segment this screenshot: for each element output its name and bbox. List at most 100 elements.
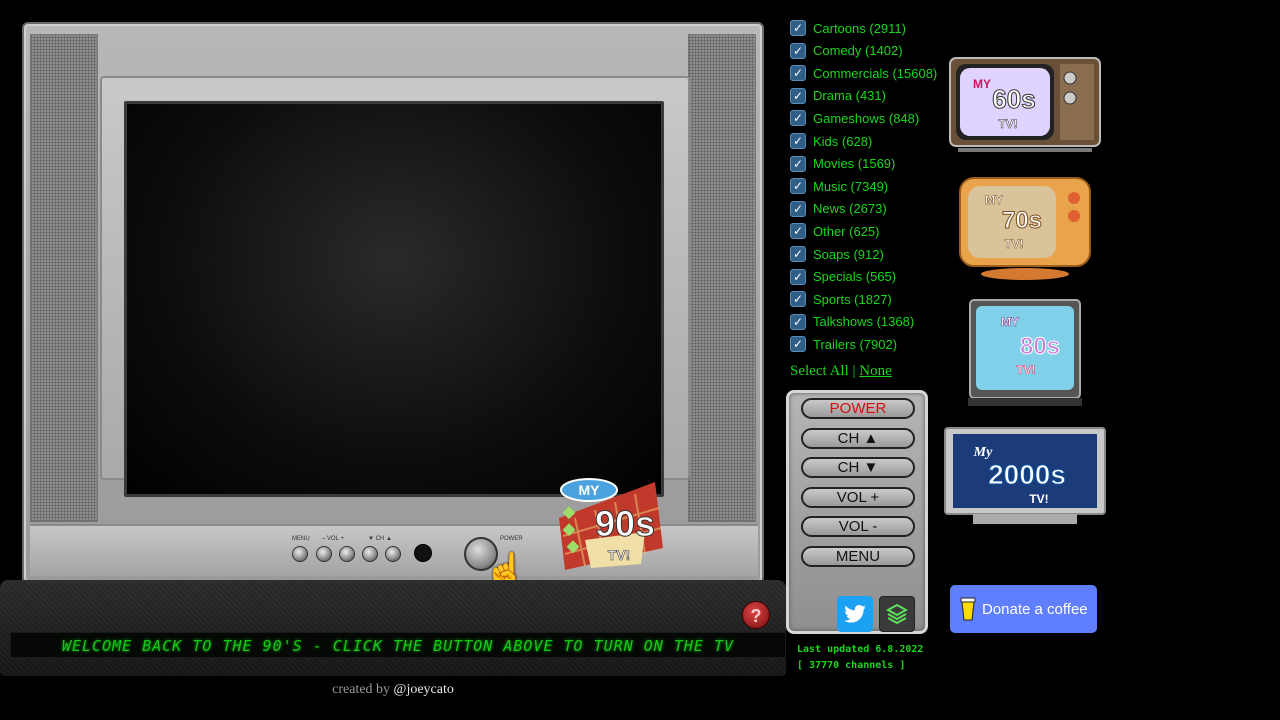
my-60s-tv-link[interactable]: MY 60s TV! [948, 56, 1102, 156]
coffee-cup-icon [960, 597, 976, 621]
category-label: Kids (628) [813, 133, 873, 149]
category-label: News (2673) [813, 201, 887, 217]
donate-coffee-button[interactable]: Donate a coffee [950, 585, 1097, 633]
remote-channel-up-button[interactable]: CH ▲ [801, 428, 915, 449]
category-item[interactable]: ✓ Drama (431) [790, 86, 886, 106]
category-checkbox[interactable]: ✓ [790, 246, 806, 262]
select-none-link[interactable]: None [859, 363, 892, 379]
category-item[interactable]: ✓ Talkshows (1368) [790, 312, 914, 332]
category-checkbox[interactable]: ✓ [790, 42, 806, 59]
logo-tv-text: TV! [608, 547, 631, 563]
category-label: Movies (1569) [813, 156, 896, 172]
category-item[interactable]: ✓ News (2673) [790, 199, 887, 219]
category-checkbox[interactable]: ✓ [790, 223, 806, 240]
remote-power-button[interactable]: POWER [801, 398, 915, 419]
category-checkbox[interactable]: ✓ [790, 65, 806, 82]
tv70-tv-text: TV! [1004, 237, 1023, 251]
tv2000-decade-text: 2000s [988, 459, 1066, 490]
remote-control: POWER CH ▲ CH ▼ VOL + VOL - MENU [786, 390, 928, 634]
tv2000-tv-text: TV! [1029, 492, 1048, 506]
category-checkbox[interactable]: ✓ [790, 200, 806, 217]
category-item[interactable]: ✓ Commercials (15608) [790, 63, 937, 83]
category-checkbox[interactable]: ✓ [790, 155, 806, 172]
category-item[interactable]: ✓ Sports (1827) [790, 289, 892, 309]
category-checkbox[interactable]: ✓ [790, 268, 806, 285]
my-90s-tv-logo: MY 90s TV! [559, 478, 663, 570]
tv-power-led [414, 544, 432, 562]
category-item[interactable]: ✓ Comedy (1402) [790, 41, 903, 61]
tv-vol-down-button[interactable] [316, 546, 332, 562]
category-checkbox[interactable]: ✓ [790, 133, 806, 149]
tv-screen[interactable] [124, 101, 664, 497]
category-item[interactable]: ✓ Kids (628) [790, 131, 872, 151]
category-checkbox[interactable]: ✓ [790, 20, 806, 36]
category-label: Cartoons (2911) [813, 20, 906, 36]
my-70s-tv-link[interactable]: MY 70s TV! [958, 176, 1092, 282]
category-item[interactable]: ✓ Music (7349) [790, 176, 888, 196]
update-info: Last updated 6.8.2022 [ 37770 channels ] [797, 642, 923, 674]
stack-icon-button[interactable] [879, 596, 915, 632]
last-updated-text: Last updated 6.8.2022 [797, 644, 924, 655]
remote-channel-down-button[interactable]: CH ▼ [801, 457, 915, 478]
tv70-my-text: MY [985, 193, 1003, 207]
twitter-share-button[interactable] [837, 596, 873, 632]
tv60-my-text: MY [973, 77, 991, 91]
tv2000-my-text: My [973, 445, 993, 460]
tv70-decade-text: 70s [1002, 207, 1042, 234]
category-item[interactable]: ✓ Cartoons (2911) [790, 18, 906, 38]
tv-menu-label: MENU [292, 536, 310, 542]
my-2000s-tv-link[interactable]: My 2000s TV! [943, 426, 1107, 526]
category-label: Soaps (912) [813, 246, 884, 262]
tv-stand [0, 580, 786, 676]
remote-volume-down-button[interactable]: VOL - [801, 516, 915, 537]
credit-line: created by @joeycato [0, 682, 786, 698]
my-80s-tv-link[interactable]: MY 80s TV! [968, 298, 1082, 408]
category-label: Comedy (1402) [813, 43, 903, 59]
tv80-tv-text: TV! [1016, 363, 1035, 377]
channel-count-text: [ 37770 channels ] [797, 660, 906, 671]
category-item[interactable]: ✓ Gameshows (848) [790, 108, 919, 128]
category-item[interactable]: ✓ Movies (1569) [790, 154, 895, 174]
category-label: Music (7349) [813, 178, 889, 194]
tv-menu-button[interactable] [292, 546, 308, 562]
tv-ch-label: ▼ CH ▲ [368, 536, 392, 542]
tv-ch-up-button[interactable] [385, 546, 401, 562]
select-links: Select All | None [790, 363, 892, 380]
category-checkbox[interactable]: ✓ [790, 110, 806, 127]
tv80-decade-text: 80s [1020, 333, 1060, 360]
tv-vol-label: – VOL + [322, 536, 344, 542]
category-item[interactable]: ✓ Other (625) [790, 221, 879, 241]
donate-label: Donate a coffee [982, 600, 1088, 618]
category-checkbox[interactable]: ✓ [790, 87, 806, 104]
category-label: Other (625) [813, 223, 880, 239]
category-item[interactable]: ✓ Soaps (912) [790, 244, 884, 264]
category-label: Sports (1827) [813, 291, 892, 307]
tv80-my-text: MY [1001, 315, 1019, 329]
category-label: Talkshows (1368) [813, 314, 915, 330]
logo-decade-text: 90s [595, 503, 655, 544]
category-checkbox[interactable]: ✓ [790, 291, 806, 308]
logo-my-text: MY [579, 482, 601, 498]
category-checkbox[interactable]: ✓ [790, 178, 806, 195]
select-all-link[interactable]: Select All [790, 363, 849, 379]
category-item[interactable]: ✓ Specials (565) [790, 267, 896, 287]
category-item[interactable]: ✓ Trailers (7902) [790, 334, 897, 354]
right-speaker-grille [688, 34, 756, 522]
help-icon[interactable]: ? [742, 601, 770, 629]
welcome-ticker: WELCOME BACK TO THE 90'S - CLICK THE BUT… [10, 632, 786, 658]
category-label: Drama (431) [813, 88, 886, 104]
twitter-bird-icon [844, 605, 866, 623]
tv-vol-up-button[interactable] [339, 546, 355, 562]
category-checkbox[interactable]: ✓ [790, 336, 806, 353]
category-label: Trailers (7902) [813, 336, 898, 352]
tv-ch-down-button[interactable] [362, 546, 378, 562]
select-separator: | [852, 363, 856, 379]
layers-icon [885, 603, 909, 625]
category-checkbox[interactable]: ✓ [790, 313, 806, 330]
category-label: Gameshows (848) [813, 110, 920, 126]
category-label: Commercials (15608) [813, 65, 938, 81]
tv60-decade-text: 60s [992, 84, 1035, 114]
credit-handle-link[interactable]: @joeycato [394, 682, 454, 697]
remote-menu-button[interactable]: MENU [801, 546, 915, 567]
remote-volume-up-button[interactable]: VOL + [801, 487, 915, 508]
